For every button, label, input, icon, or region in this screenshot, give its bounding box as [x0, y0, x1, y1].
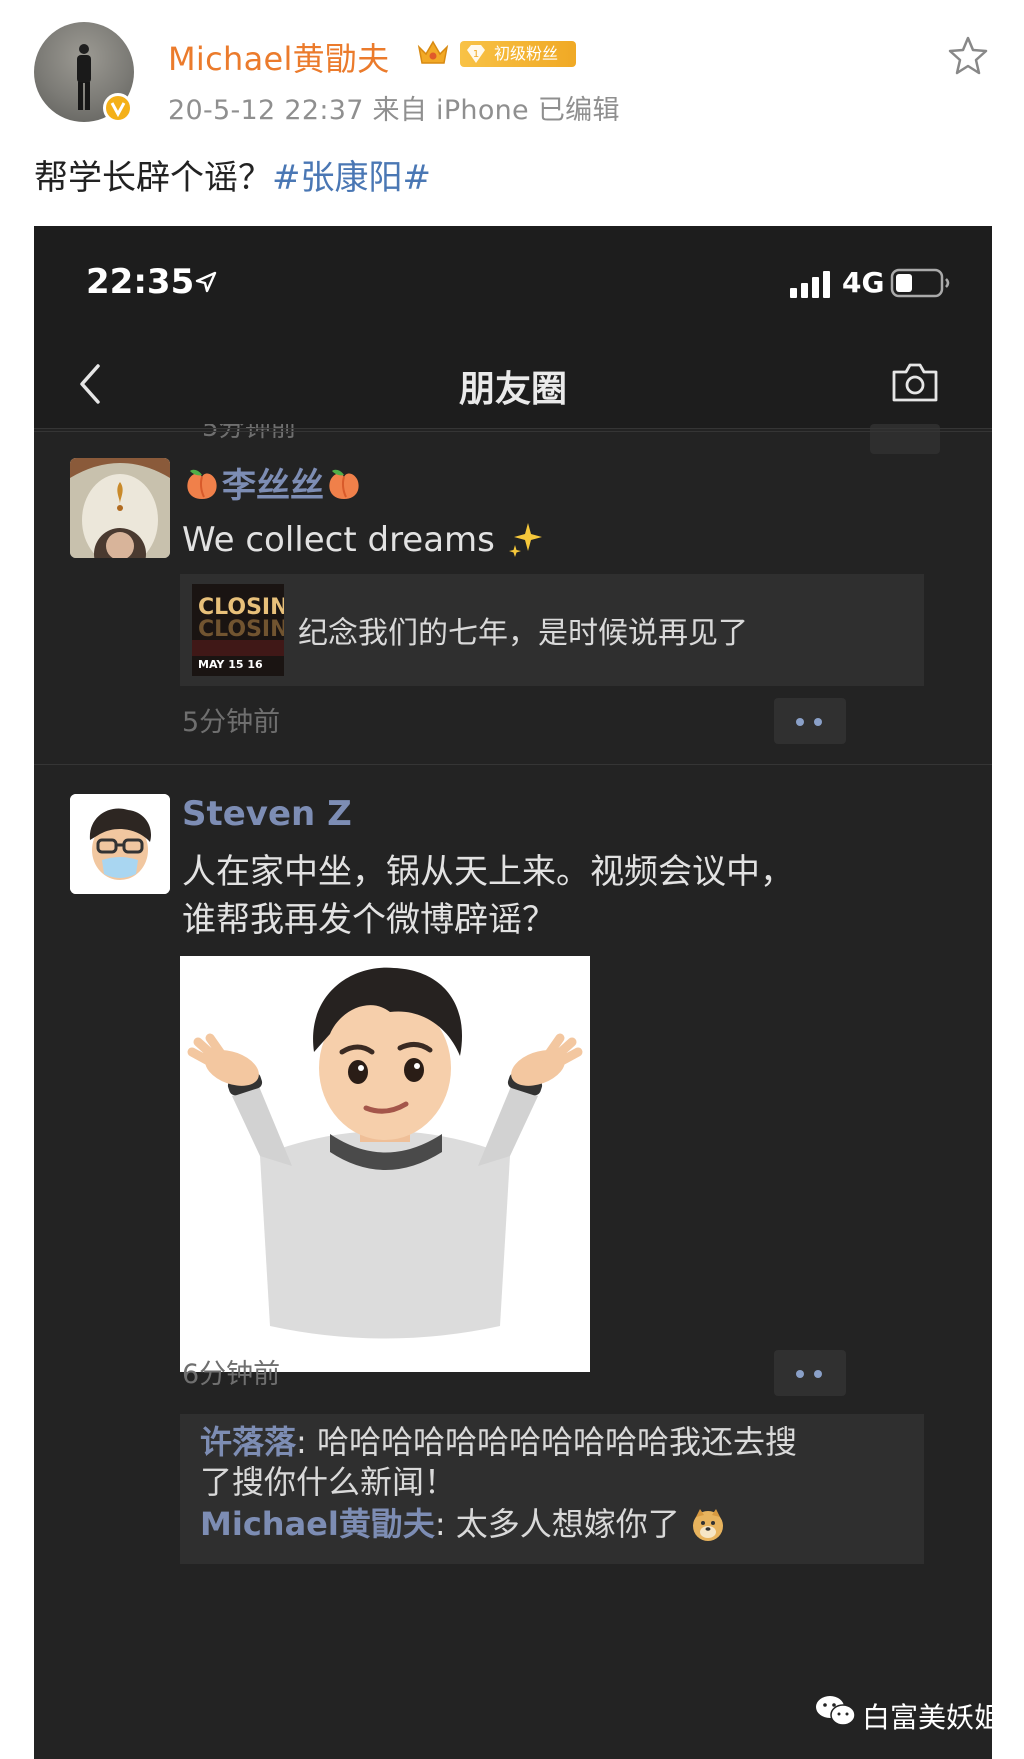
diamond-icon: 1 — [467, 45, 485, 63]
moment-author-name[interactable]: 李丝丝 — [182, 458, 364, 507]
moment-avatar[interactable] — [70, 458, 170, 558]
author-name[interactable]: Michael黄勖夫 — [168, 34, 390, 80]
memoji-avatar-icon — [70, 794, 170, 894]
comment-user[interactable]: 许落落 — [200, 1423, 296, 1461]
comment-continued: 了搜你什么新闻！ — [200, 1463, 457, 1501]
divider — [34, 764, 992, 765]
moment-text: 人在家中坐，锅从天上来。视频会议中， 谁帮我再发个微博辟谣？ — [182, 852, 794, 940]
moment-more-button[interactable] — [774, 1350, 846, 1396]
divider — [34, 428, 992, 429]
comment[interactable]: 许落落: 哈哈哈哈哈哈哈哈哈哈哈我还去搜 — [200, 1422, 904, 1462]
divider — [34, 431, 992, 432]
nav-title: 朋友圈 — [458, 369, 567, 410]
previous-post-time: 5分钟前 — [202, 424, 297, 442]
fan-badge-label: 初级粉丝 — [494, 44, 559, 63]
fan-level-badge[interactable]: 1 初级粉丝 — [460, 41, 576, 67]
peach-emoji-icon — [187, 469, 217, 499]
comment[interactable]: Michael黄勖夫: 太多人想嫁你了 — [200, 1504, 904, 1544]
svg-text:MAY 15 16: MAY 15 16 — [198, 658, 263, 671]
status-time: 22:35 — [86, 262, 195, 302]
memoji-shrug-image[interactable] — [180, 956, 590, 1372]
favorite-star-icon[interactable] — [947, 34, 989, 76]
doge-emoji-icon — [692, 1509, 723, 1541]
memoji-shrug-icon — [180, 956, 590, 1372]
person-figure-icon — [77, 44, 91, 110]
location-arrow-icon — [195, 271, 217, 293]
svg-text:1: 1 — [473, 49, 479, 60]
post-text: 帮学长辟个谣？#张康阳# — [34, 158, 431, 198]
shared-link-card[interactable]: CLOSIN CLOSIN MAY 15 16 纪念我们的七年，是时候说再见了 — [180, 574, 924, 686]
moment-avatar[interactable] — [70, 794, 170, 894]
comment-user[interactable]: Michael黄勖夫 — [200, 1505, 435, 1543]
wechat-moments-screenshot: 22:35 4G 朋友圈 5分钟前 李丝丝 We collect dreams … — [34, 226, 992, 1759]
moment-time: 6分钟前 — [182, 1359, 281, 1390]
hashtag-link[interactable]: #张康阳# — [272, 158, 431, 198]
battery-icon — [890, 268, 950, 298]
moment-time: 5分钟前 — [182, 707, 281, 738]
moment-author-name[interactable]: Steven Z — [182, 794, 352, 834]
post-meta: 20-5-12 22:37 来自 iPhone 已编辑 — [168, 95, 620, 126]
link-title: 纪念我们的七年，是时候说再见了 — [298, 616, 748, 651]
verified-badge-icon — [103, 93, 133, 123]
watermark-text: 白富美妖姐 — [862, 1701, 1003, 1734]
camera-icon[interactable] — [890, 360, 940, 404]
signal-bars-icon — [790, 271, 830, 298]
crown-icon — [417, 40, 449, 64]
comments-box: 许落落: 哈哈哈哈哈哈哈哈哈哈哈我还去搜 了搜你什么新闻！ Michael黄勖夫… — [180, 1414, 924, 1564]
moment-text: We collect dreams — [182, 516, 546, 564]
link-thumbnail: CLOSIN CLOSIN MAY 15 16 — [192, 584, 284, 676]
peach-emoji-icon — [329, 469, 359, 499]
moment-more-button[interactable] — [774, 698, 846, 744]
sparkles-emoji-icon — [508, 523, 542, 557]
network-type: 4G — [842, 266, 885, 299]
avatar-photo-icon — [70, 458, 170, 558]
wechat-logo-icon — [816, 1696, 856, 1726]
svg-text:CLOSIN: CLOSIN — [198, 617, 284, 642]
